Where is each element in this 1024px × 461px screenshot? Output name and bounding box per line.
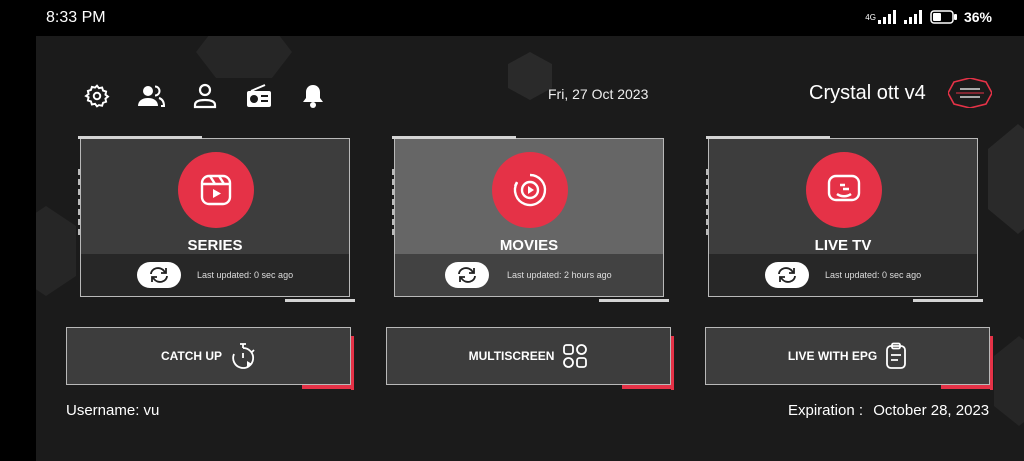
live-with-epg-label: LIVE WITH EPG <box>787 349 878 363</box>
radio-icon <box>247 84 271 107</box>
live-tv-card[interactable]: LIVE TV Last updated: 0 sec ago <box>706 136 983 302</box>
live-tv-title: LIVE TV <box>814 237 872 254</box>
button-accent <box>671 336 674 390</box>
button-accent <box>941 385 993 389</box>
card-footer: Last updated: 0 sec ago <box>709 254 977 296</box>
button-accent <box>351 336 354 390</box>
refresh-icon <box>458 267 476 283</box>
hexagon-decoration-icon <box>988 124 1024 234</box>
settings-button[interactable] <box>80 80 114 112</box>
card-footer: Last updated: 2 hours ago <box>395 254 663 296</box>
clipboard-icon <box>886 342 907 369</box>
current-date: Fri, 27 Oct 2023 <box>548 86 649 102</box>
movies-last-updated: Last updated: 2 hours ago <box>507 270 612 280</box>
card-decoration <box>392 169 394 239</box>
live-tv-icon-circle <box>806 152 882 228</box>
hexagon-decoration-icon <box>994 336 1024 426</box>
multiscreen-label: MULTISCREEN <box>468 349 555 363</box>
timer-play-icon <box>232 343 255 369</box>
signal-icon <box>877 10 896 24</box>
series-last-updated: Last updated: 0 sec ago <box>197 270 294 280</box>
expiration-info: Expiration : October 28, 2023 <box>788 402 995 419</box>
users-button[interactable] <box>134 80 168 112</box>
button-accent <box>990 336 993 390</box>
play-circle-icon <box>513 173 547 207</box>
series-card[interactable]: SERIES Last updated: 0 sec ago <box>78 136 355 302</box>
button-accent <box>622 385 674 389</box>
movies-icon-circle <box>492 152 568 228</box>
gear-icon <box>84 84 110 108</box>
status-bar: 8:33 PM 4G 36% <box>0 0 1024 36</box>
catch-up-button[interactable]: CATCH UP <box>66 327 354 390</box>
brand-title: Crystal ott v4 <box>809 82 926 104</box>
card-decoration <box>913 299 983 302</box>
battery-percent: 36% <box>963 9 992 25</box>
notifications-button[interactable] <box>296 80 330 112</box>
grid-icon <box>563 344 588 368</box>
button-accent <box>302 385 354 389</box>
app-logo-icon <box>948 78 992 108</box>
series-icon-circle <box>178 152 254 228</box>
series-title: SERIES <box>187 237 243 254</box>
card-decoration <box>706 169 708 239</box>
card-decoration <box>78 169 80 239</box>
signal-icon-2 <box>903 10 922 24</box>
refresh-icon <box>150 267 168 283</box>
movies-card[interactable]: MOVIES Last updated: 2 hours ago <box>392 136 669 302</box>
card-decoration <box>285 299 355 302</box>
refresh-icon <box>778 267 796 283</box>
reels-icon <box>200 174 232 206</box>
top-toolbar <box>80 80 330 112</box>
hexagon-decoration-icon <box>508 52 552 100</box>
card-decoration <box>706 136 830 139</box>
live-with-epg-button[interactable]: LIVE WITH EPG <box>705 327 993 390</box>
users-icon <box>138 85 166 107</box>
multiscreen-button[interactable]: MULTISCREEN <box>386 327 674 390</box>
status-indicators: 4G 36% <box>865 9 992 25</box>
radio-button[interactable] <box>242 80 276 112</box>
app-home-screen: Fri, 27 Oct 2023 Crystal ott v4 SERIES L… <box>36 36 1024 461</box>
catch-up-label: CATCH UP <box>160 349 223 363</box>
expiration-date: October 28, 2023 <box>873 402 990 419</box>
username-label: Username: vu <box>66 402 160 419</box>
profile-button[interactable] <box>188 80 222 112</box>
user-icon <box>193 83 217 109</box>
hexagon-decoration-icon <box>36 206 76 296</box>
network-type-label: 4G <box>865 12 876 22</box>
battery-icon <box>930 10 957 24</box>
movies-title: MOVIES <box>499 237 559 254</box>
card-decoration <box>599 299 669 302</box>
expiration-label: Expiration : <box>788 402 864 419</box>
movies-refresh-button[interactable] <box>445 262 489 288</box>
live-tv-refresh-button[interactable] <box>765 262 809 288</box>
bell-icon <box>303 85 323 108</box>
card-decoration <box>392 136 516 139</box>
live-tv-last-updated: Last updated: 0 sec ago <box>825 270 922 280</box>
card-footer: Last updated: 0 sec ago <box>81 254 349 296</box>
hexagon-decoration-icon <box>196 36 292 78</box>
status-time: 8:33 PM <box>46 9 106 26</box>
tv-icon <box>827 174 861 202</box>
series-refresh-button[interactable] <box>137 262 181 288</box>
card-decoration <box>78 136 202 139</box>
